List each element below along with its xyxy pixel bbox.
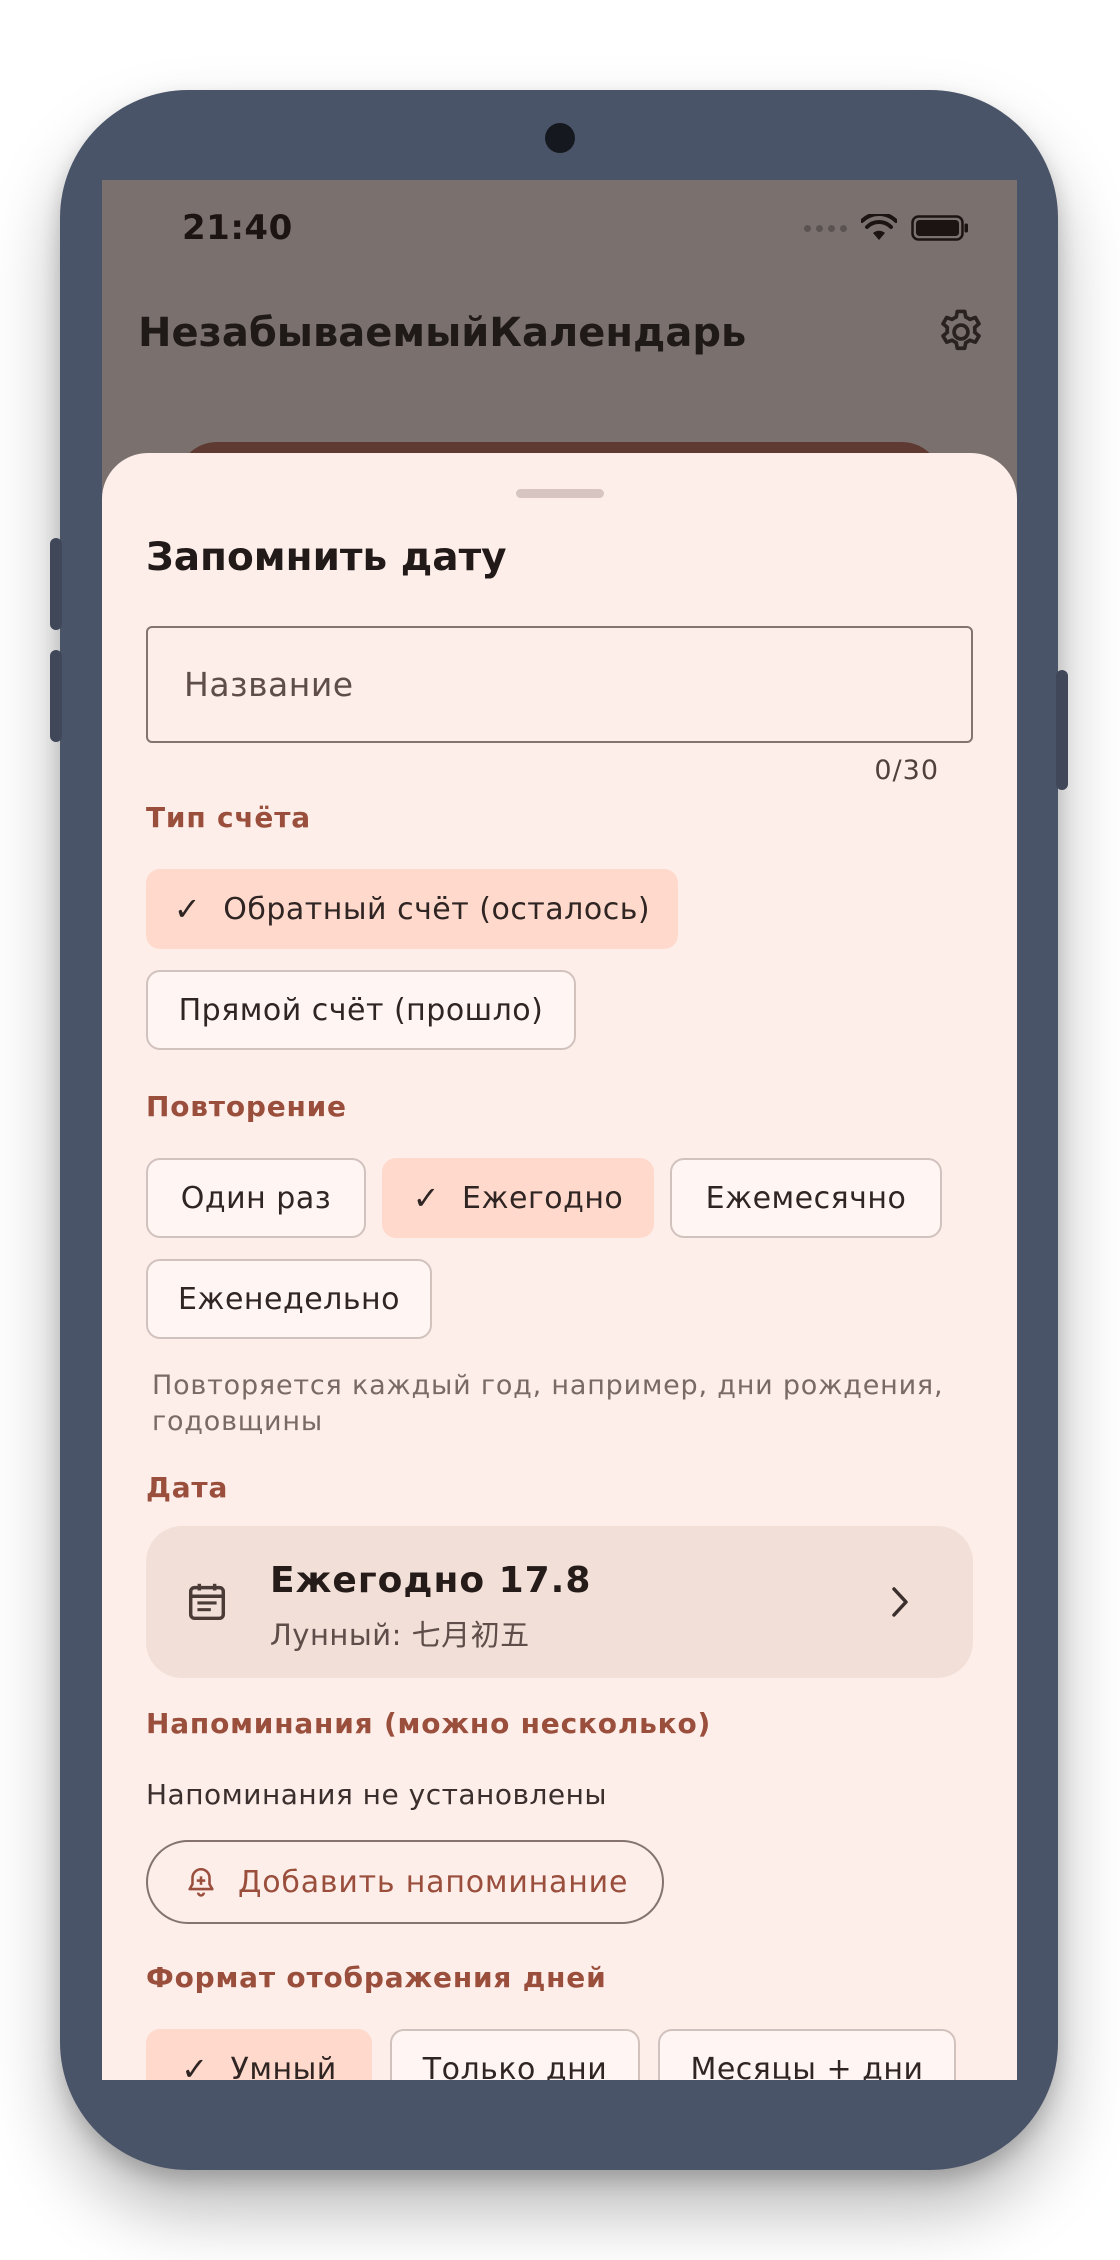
chip-label: Ежегодно bbox=[462, 1180, 624, 1216]
volume-down-button bbox=[50, 650, 62, 742]
status-time: 21:40 bbox=[182, 208, 293, 248]
add-reminder-button[interactable]: Добавить напоминание bbox=[146, 1840, 664, 1924]
lunar-date: Лунный: 七月初五 bbox=[270, 1618, 530, 1652]
chip-count-up[interactable]: Прямой счёт (прошло) bbox=[146, 970, 576, 1050]
check-icon: ✓ bbox=[181, 2050, 209, 2080]
date-picker-card[interactable]: Ежегодно 17.8 Лунный: 七月初五 bbox=[146, 1526, 973, 1678]
chip-days-only[interactable]: Только дни bbox=[390, 2029, 640, 2080]
status-icons bbox=[804, 214, 969, 242]
chip-label: Еженедельно bbox=[177, 1281, 401, 1317]
cellular-signal-icon bbox=[804, 224, 847, 232]
chip-once[interactable]: Один раз bbox=[146, 1158, 366, 1238]
chip-smart[interactable]: ✓ Умный bbox=[146, 2029, 372, 2080]
sheet-title: Запомнить дату bbox=[146, 535, 507, 580]
bottom-sheet: Запомнить дату 0/30 Тип счёта ✓ Обратный… bbox=[102, 453, 1017, 2080]
chip-monthly[interactable]: Ежемесячно bbox=[670, 1158, 942, 1238]
name-input[interactable] bbox=[146, 626, 973, 743]
volume-up-button bbox=[50, 538, 62, 630]
count-type-label: Тип счёта bbox=[146, 801, 311, 834]
date-title: Ежегодно 17.8 bbox=[270, 1560, 592, 1601]
calendar-icon bbox=[188, 1583, 226, 1621]
chip-countdown[interactable]: ✓ Обратный счёт (осталось) bbox=[146, 869, 678, 949]
chip-label: Только дни bbox=[422, 2051, 608, 2081]
check-icon: ✓ bbox=[173, 890, 202, 928]
no-reminders-text: Напоминания не установлены bbox=[146, 1778, 608, 1811]
wifi-icon bbox=[861, 214, 897, 240]
chevron-right-icon bbox=[892, 1587, 908, 1617]
chip-label: Один раз bbox=[180, 1180, 332, 1216]
reminders-label: Напоминания (можно несколько) bbox=[146, 1707, 712, 1740]
screen: 21:40 НезабываемыйКалендарь Запомнить да… bbox=[102, 180, 1017, 2080]
check-icon: ✓ bbox=[412, 1179, 441, 1217]
chip-label: Месяцы + дни bbox=[690, 2051, 924, 2081]
battery-icon bbox=[911, 215, 968, 241]
power-button bbox=[1056, 670, 1068, 790]
drag-handle[interactable] bbox=[516, 489, 604, 498]
repeat-helper-text: Повторяется каждый год, например, дни ро… bbox=[152, 1370, 944, 1437]
bell-plus-icon bbox=[188, 1867, 214, 1897]
chip-label: Прямой счёт (прошло) bbox=[178, 992, 544, 1028]
character-counter: 0/30 bbox=[874, 755, 939, 786]
add-reminder-label: Добавить напоминание bbox=[238, 1864, 629, 1900]
display-format-label: Формат отображения дней bbox=[146, 1961, 607, 1994]
chip-label: Обратный счёт (осталось) bbox=[223, 891, 651, 927]
app-title: НезабываемыйКалендарь bbox=[138, 310, 747, 356]
chip-label: Умный bbox=[230, 2051, 337, 2081]
gear-icon[interactable] bbox=[935, 306, 987, 358]
chip-months-days[interactable]: Месяцы + дни bbox=[658, 2029, 956, 2080]
front-camera bbox=[545, 123, 575, 153]
repeat-label: Повторение bbox=[146, 1090, 347, 1123]
date-label: Дата bbox=[146, 1471, 229, 1504]
chip-label: Ежемесячно bbox=[705, 1180, 907, 1216]
chip-weekly[interactable]: Еженедельно bbox=[146, 1259, 432, 1339]
chip-yearly[interactable]: ✓ Ежегодно bbox=[382, 1158, 654, 1238]
